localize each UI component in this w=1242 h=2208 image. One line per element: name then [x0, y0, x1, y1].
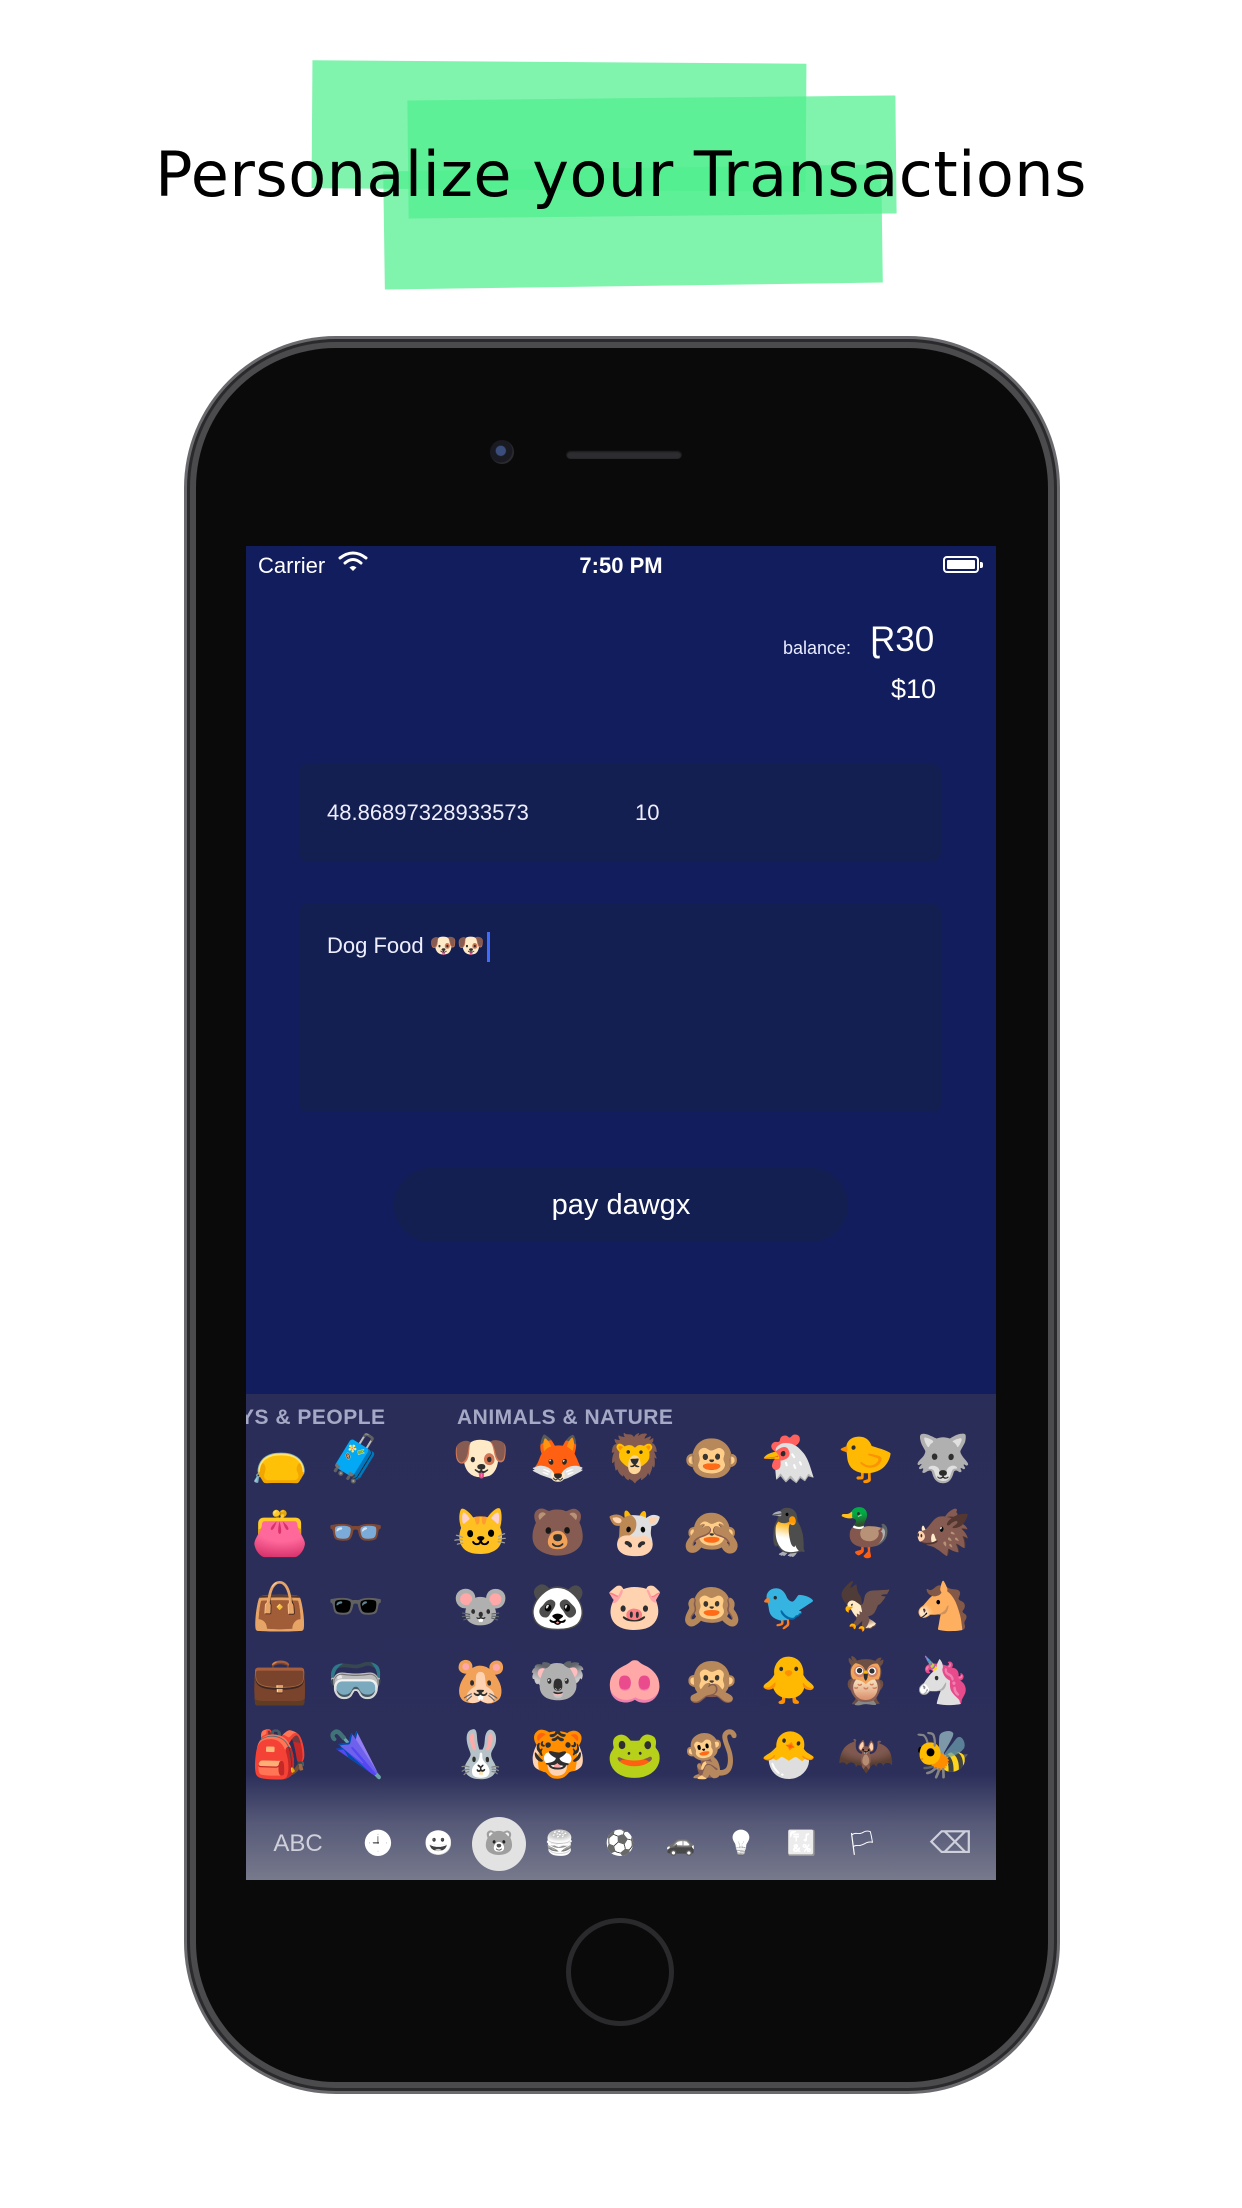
emoji-key[interactable]: 🎒: [248, 1722, 312, 1786]
emoji-key[interactable]: 🐭: [449, 1574, 513, 1638]
balance-usd-amount: $10: [890, 674, 936, 704]
home-button[interactable]: [566, 1918, 674, 2026]
emoji-key[interactable]: 🦄: [911, 1648, 975, 1712]
emoji-key[interactable]: 🐸: [603, 1722, 667, 1786]
emoji-key[interactable]: 🐵: [680, 1426, 744, 1490]
emoji-key[interactable]: 👝: [248, 1426, 312, 1490]
emoji-key[interactable]: 🐷: [603, 1574, 667, 1638]
emoji-key[interactable]: 🐯: [526, 1722, 590, 1786]
amount-value[interactable]: 10: [635, 800, 659, 826]
converted-amount: 48.86897328933573: [327, 800, 529, 825]
flag-icon[interactable]: 🏳: [842, 1808, 882, 1880]
smiley-icon[interactable]: 😀: [419, 1808, 459, 1880]
emoji-key[interactable]: 🦁: [603, 1426, 667, 1490]
emoji-key[interactable]: 🦊: [526, 1426, 590, 1490]
emoji-key[interactable]: 💼: [248, 1648, 312, 1712]
emoji-key[interactable]: 🐒: [680, 1722, 744, 1786]
emoji-key[interactable]: 🐣: [757, 1722, 821, 1786]
emoji-key[interactable]: 🙉: [680, 1574, 744, 1638]
emoji-key[interactable]: 🐝: [911, 1722, 975, 1786]
earpiece-speaker: [566, 450, 682, 459]
symbols-icon[interactable]: 🔣: [782, 1808, 822, 1880]
bulb-icon[interactable]: 💡: [721, 1808, 761, 1880]
emoji-key[interactable]: 🐺: [911, 1426, 975, 1490]
emoji-key[interactable]: 🐶: [449, 1426, 513, 1490]
emoji-key[interactable]: 🐦: [757, 1574, 821, 1638]
status-bar: Carrier 7:50 PM: [246, 546, 996, 586]
emoji-key[interactable]: 🐱: [449, 1500, 513, 1564]
emoji-key[interactable]: 🐽: [603, 1648, 667, 1712]
balance-label: balance:: [783, 638, 852, 658]
food-icon[interactable]: 🍔: [540, 1808, 580, 1880]
delete-key[interactable]: ⌫: [926, 1808, 976, 1880]
emoji-key[interactable]: 🕶️: [324, 1574, 388, 1638]
memo-text[interactable]: Dog Food 🐶🐶: [327, 932, 490, 962]
emoji-key[interactable]: 🐼: [526, 1574, 590, 1638]
front-camera: [490, 440, 514, 464]
headline: Personalize your Transactions: [155, 138, 1087, 211]
emoji-key[interactable]: 🧳: [324, 1426, 388, 1490]
emoji-key[interactable]: 🐴: [911, 1574, 975, 1638]
abc-key[interactable]: ABC: [268, 1808, 328, 1880]
pay-button[interactable]: pay dawgx: [394, 1168, 848, 1242]
emoji-key[interactable]: 🐗: [911, 1500, 975, 1564]
amount-field[interactable]: 48.86897328933573 10: [299, 764, 941, 862]
emoji-key[interactable]: 🦆: [834, 1500, 898, 1564]
emoji-key[interactable]: 🙈: [680, 1500, 744, 1564]
emoji-key[interactable]: 👓: [324, 1500, 388, 1564]
balance-amount: Ɽ30: [870, 620, 935, 659]
emoji-key[interactable]: 🐹: [449, 1648, 513, 1712]
emoji-key[interactable]: 🦇: [834, 1722, 898, 1786]
emoji-keyboard: YS & PEOPLE ANIMALS & NATURE 👝 🧳 👛 👓 👜 🕶️ 💼 🥽 🎒 🌂…: [246, 1394, 996, 1880]
emoji-key[interactable]: 👛: [248, 1500, 312, 1564]
keyboard-category-bar: ABC ⌫ 🕘 😀 🐻 🍔 ⚽ 🚗 💡 🔣 🏳: [246, 1808, 996, 1880]
emoji-key[interactable]: 🐰: [449, 1722, 513, 1786]
emoji-key[interactable]: 🐮: [603, 1500, 667, 1564]
emoji-key[interactable]: 👜: [248, 1574, 312, 1638]
app-screen: Carrier 7:50 PM balance: Ɽ30 $10 48.8689…: [246, 546, 996, 1880]
status-time: 7:50 PM: [579, 553, 663, 578]
emoji-key[interactable]: 🌂: [324, 1722, 388, 1786]
text-cursor: [486, 932, 490, 962]
bear-icon[interactable]: 🐻: [472, 1817, 526, 1871]
emoji-key[interactable]: 🐥: [757, 1648, 821, 1712]
ball-icon[interactable]: ⚽: [600, 1808, 640, 1880]
emoji-key[interactable]: 🐨: [526, 1648, 590, 1712]
emoji-key[interactable]: 🐔: [757, 1426, 821, 1490]
emoji-key[interactable]: 🐤: [834, 1426, 898, 1490]
memo-field[interactable]: Dog Food 🐶🐶: [299, 904, 941, 1112]
emoji-key[interactable]: 🦉: [834, 1648, 898, 1712]
clock-icon[interactable]: 🕘: [358, 1808, 398, 1880]
emoji-grid: 👝 🧳 👛 👓 👜 🕶️ 💼 🥽 🎒 🌂 🐶 🦊 🦁 🐵 🐔 🐤 🐺 🐱 🐻 🐮 🙈 🐧 🦆 🐗 🐭 🐼 🐷 🙉 🐦 🦅 🐴 🐹 🐨 🐽 🙊 🐥 🦉 🦄 🐰…: [246, 1394, 996, 1794]
emoji-key[interactable]: 🦅: [834, 1574, 898, 1638]
emoji-key[interactable]: 🥽: [324, 1648, 388, 1712]
emoji-key[interactable]: 🙊: [680, 1648, 744, 1712]
emoji-key[interactable]: 🐧: [757, 1500, 821, 1564]
battery-icon: [943, 556, 983, 573]
car-icon[interactable]: 🚗: [661, 1808, 701, 1880]
emoji-key[interactable]: 🐻: [526, 1500, 590, 1564]
